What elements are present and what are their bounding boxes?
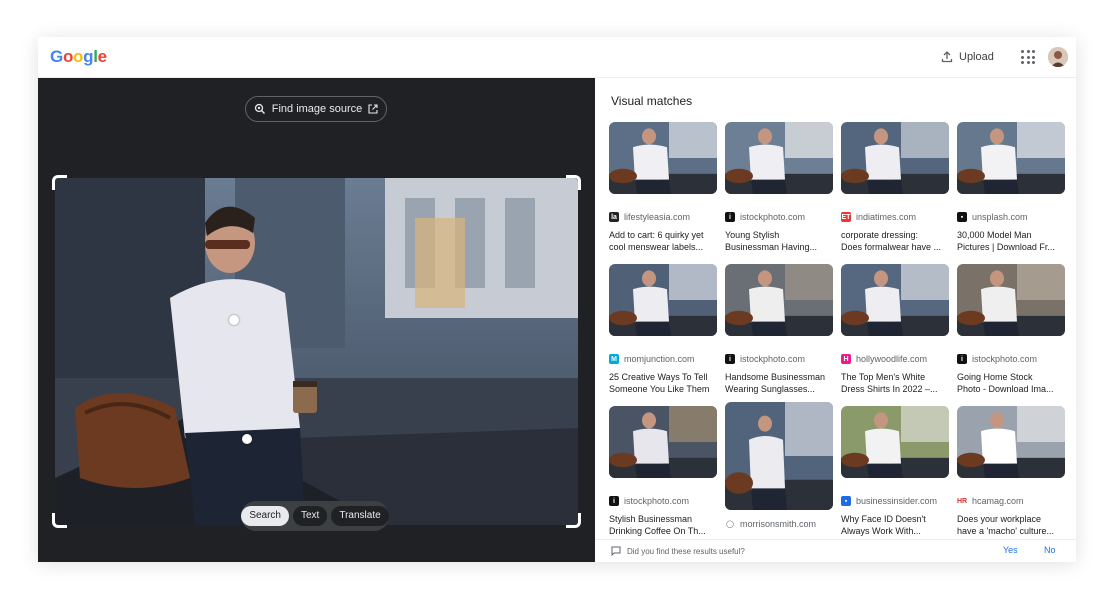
object-select-dot[interactable]	[229, 315, 239, 325]
lens-search-icon	[254, 103, 265, 114]
istock-icon: i	[609, 496, 619, 506]
result-card[interactable]: Hhollywoodlife.com The Top Men's White Dre…	[841, 264, 949, 395]
result-source[interactable]: istockphoto.com	[624, 496, 689, 506]
crop-corner-bottom-right[interactable]	[566, 513, 581, 528]
result-thumbnail[interactable]	[841, 406, 949, 478]
result-card[interactable]: i istockphoto.com Going Home Stock Photo - …	[957, 264, 1065, 395]
result-title[interactable]: 30,000 Model Man Pictures | Download Fr..…	[957, 229, 1065, 253]
result-title[interactable]: Handsome Businessman Wearing Sunglasses..…	[725, 371, 833, 395]
result-source[interactable]: indiatimes.com	[856, 212, 916, 222]
result-card[interactable]: la lifestyleasia.com Add to cart: 6 quirky…	[609, 122, 717, 253]
crop-corner-bottom-left[interactable]	[52, 513, 67, 528]
result-thumbnail[interactable]	[841, 264, 949, 336]
unsplash-icon: ▪	[957, 212, 967, 222]
result-title[interactable]: Why Face ID Doesn't Always Work With...	[841, 513, 949, 537]
result-source[interactable]: lifestyleasia.com	[624, 212, 690, 222]
mode-search-button[interactable]: Search	[241, 506, 289, 526]
result-title[interactable]: 25 Creative Ways To Tell Someone You Like…	[609, 371, 717, 395]
result-title[interactable]: Does your workplace have a 'macho' cultur…	[957, 513, 1065, 537]
upload-button[interactable]: Upload	[941, 47, 994, 67]
result-thumbnail[interactable]	[609, 406, 717, 478]
result-card[interactable]: ◯ morrisonsmith.com	[725, 402, 833, 530]
feedback-no-button[interactable]: No	[1044, 545, 1056, 555]
image-pane: Find image source Search Text Translate	[38, 78, 595, 562]
result-thumbnail[interactable]	[609, 122, 717, 194]
visual-matches-heading: Visual matches	[611, 94, 693, 108]
result-title[interactable]: The Top Men's White Dress Shirts In 2022 …	[841, 371, 949, 395]
result-title[interactable]: Stylish Businessman Drinking Coffee On Th…	[609, 513, 717, 537]
feedback-yes-button[interactable]: Yes	[1003, 545, 1018, 555]
hollywoodlife-icon: H	[841, 354, 851, 364]
hcamag-icon: HR	[956, 496, 968, 506]
result-source[interactable]: hcamag.com	[972, 496, 1024, 506]
istock-icon: i	[957, 354, 967, 364]
apps-grid-icon[interactable]	[1021, 50, 1035, 64]
result-source[interactable]: istockphoto.com	[740, 354, 805, 364]
morrisonsmith-icon: ◯	[725, 519, 735, 529]
result-source[interactable]: morrisonsmith.com	[740, 519, 816, 529]
upload-icon	[941, 51, 953, 63]
result-title[interactable]: corporate dressing: Does formalwear have …	[841, 229, 949, 253]
top-bar: Google Upload	[38, 37, 1076, 78]
result-title[interactable]: Young Stylish Businessman Having...	[725, 229, 833, 253]
mode-translate-button[interactable]: Translate	[331, 506, 389, 526]
result-card[interactable]: ▪ unsplash.com 30,000 Model Man Pictures | …	[957, 122, 1065, 253]
indiatimes-icon: ET	[841, 212, 851, 222]
object-select-dot[interactable]	[242, 434, 252, 444]
mode-switcher: Search Text Translate	[241, 501, 389, 531]
result-thumbnail[interactable]	[725, 122, 833, 194]
result-card[interactable]: i istockphoto.com Stylish Businessman Drink…	[609, 406, 717, 537]
find-image-source-label: Find image source	[271, 103, 363, 115]
result-source[interactable]: momjunction.com	[624, 354, 695, 364]
result-source[interactable]: unsplash.com	[972, 212, 1028, 222]
upload-label: Upload	[959, 51, 994, 63]
lens-window: Google Upload Find image source Search T…	[38, 37, 1076, 562]
result-thumbnail[interactable]	[609, 264, 717, 336]
result-card[interactable]: i istockphoto.com Young Stylish Businessman…	[725, 122, 833, 253]
feedback-icon	[611, 546, 621, 556]
momjunction-icon: M	[609, 354, 619, 364]
result-card[interactable]: Mmomjunction.com 25 Creative Ways To Tell…	[609, 264, 717, 395]
crop-corner-top-right[interactable]	[566, 175, 581, 190]
result-title[interactable]: Going Home Stock Photo - Download Ima...	[957, 371, 1065, 395]
result-source[interactable]: istockphoto.com	[740, 212, 805, 222]
result-card[interactable]: i istockphoto.com Handsome Businessman Wear…	[725, 264, 833, 395]
result-thumbnail[interactable]	[841, 122, 949, 194]
istock-icon: i	[725, 212, 735, 222]
feedback-question: Did you find these results useful?	[627, 546, 745, 556]
businessinsider-icon: ▪	[841, 496, 851, 506]
result-card[interactable]: HR hcamag.com Does your workplace have a 'm…	[957, 406, 1065, 537]
find-image-source-button[interactable]: Find image source	[245, 96, 387, 122]
result-thumbnail[interactable]	[957, 406, 1065, 478]
mode-text-button[interactable]: Text	[293, 506, 328, 526]
result-thumbnail[interactable]	[957, 122, 1065, 194]
crop-corner-top-left[interactable]	[52, 175, 67, 190]
feedback-bar: Did you find these results useful? Yes N…	[595, 539, 1076, 562]
result-card[interactable]: ET indiatimes.com corporate dressing: Does …	[841, 122, 949, 253]
open-in-new-icon	[368, 104, 378, 114]
google-logo[interactable]: Google	[50, 47, 107, 67]
result-thumbnail[interactable]	[957, 264, 1065, 336]
results-pane: Visual matches la lifestyleasia.com Add to…	[595, 78, 1076, 562]
result-source[interactable]: hollywoodlife.com	[856, 354, 927, 364]
result-thumbnail[interactable]	[725, 264, 833, 336]
result-source[interactable]: istockphoto.com	[972, 354, 1037, 364]
lifestyleasia-icon: la	[609, 212, 619, 222]
result-source[interactable]: businessinsider.com	[856, 496, 937, 506]
result-thumbnail[interactable]	[725, 402, 833, 510]
query-image	[55, 178, 578, 525]
avatar[interactable]	[1048, 47, 1068, 67]
result-card[interactable]: ▪ businessinsider.com Why Face ID Doesn't A…	[841, 406, 949, 537]
istock-icon: i	[725, 354, 735, 364]
result-title[interactable]: Add to cart: 6 quirky yet cool menswear l…	[609, 229, 717, 253]
